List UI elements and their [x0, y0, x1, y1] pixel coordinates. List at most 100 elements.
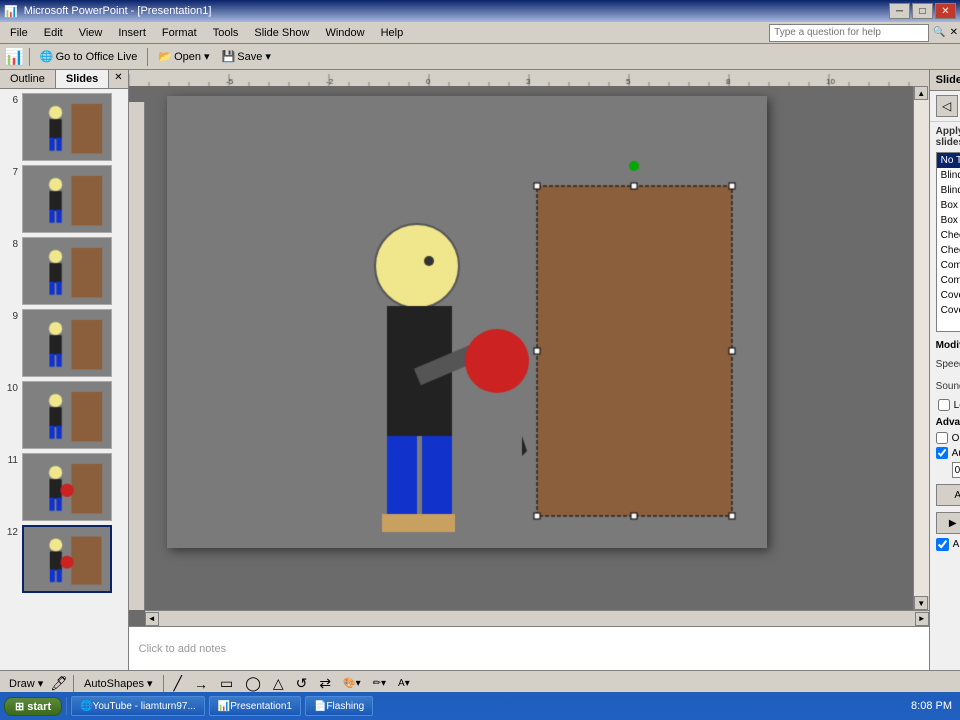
transition-checkerboard-across[interactable]: Checkerboard Across [937, 228, 960, 243]
panel-body: Apply to selected slides: No Transition … [930, 122, 960, 670]
sound-row: Sound: [No Sound] Applause Arrow [936, 377, 960, 395]
slide-image-12 [22, 525, 112, 593]
help-search-input[interactable] [769, 24, 929, 42]
slide-thumbnail-7[interactable]: 7 [4, 165, 124, 233]
transition-comb-vertical[interactable]: Comb Vertical [937, 273, 960, 288]
slide-viewport[interactable] [145, 86, 913, 610]
ruler-container: ▲ ▼ ◄ ► [129, 70, 929, 626]
start-button[interactable]: ⊞ start [4, 697, 62, 716]
slide-thumbnail-6[interactable]: 6 [4, 93, 124, 161]
menu-view[interactable]: View [71, 25, 111, 41]
menu-window[interactable]: Window [317, 25, 372, 41]
loop-row: Loop until next sound [936, 399, 960, 411]
play-button[interactable]: ▶ Play [936, 512, 960, 534]
menu-tools[interactable]: Tools [205, 25, 247, 41]
taskbar-flashing[interactable]: 📄 Flashing [305, 696, 373, 716]
ppt-icon: 📊 [4, 47, 24, 67]
ruler-top [129, 70, 929, 86]
minimize-button[interactable]: ─ [889, 3, 910, 19]
sound-label: Sound: [936, 381, 960, 392]
slide-thumbnail-11[interactable]: 11 [4, 453, 124, 521]
panel-icon-row: ◁ ▷ 🔒 [930, 91, 960, 122]
time-input[interactable] [952, 462, 960, 478]
slide-thumbnail-9[interactable]: 9 [4, 309, 124, 377]
transition-panel-header: Slide Transition ▾ ✕ [930, 70, 960, 91]
main-slide-canvas[interactable] [167, 96, 767, 548]
slide-image-6 [22, 93, 112, 161]
menu-file[interactable]: File [2, 25, 36, 41]
slide-image-10 [22, 381, 112, 449]
slide-panel-tabs: Outline Slides ✕ [0, 70, 128, 89]
open-icon: 📂 [158, 50, 172, 63]
transition-checkerboard-down[interactable]: Checkerboard Down [937, 243, 960, 258]
ruler-left [129, 102, 145, 610]
vertical-scrollbar[interactable]: ▲ ▼ [913, 86, 929, 610]
open-button[interactable]: 📂 Open ▾ [153, 46, 214, 68]
scroll-right-button[interactable]: ► [915, 612, 929, 626]
transition-box-in[interactable]: Box In [937, 198, 960, 213]
toolbar2-sep2 [163, 675, 164, 693]
scroll-up-button[interactable]: ▲ [914, 86, 928, 100]
slide-thumbnail-12[interactable]: 12 [4, 525, 124, 593]
taskbar-sep [66, 697, 67, 715]
loop-checkbox[interactable] [938, 399, 950, 411]
menu-edit[interactable]: Edit [36, 25, 71, 41]
draw-icon: 🖊 [50, 675, 68, 692]
transition-box-out[interactable]: Box Out [937, 213, 960, 228]
menu-slideshow[interactable]: Slide Show [246, 25, 317, 41]
panel-close-button[interactable]: ✕ [109, 70, 127, 88]
autopreview-row: AutoPreview [936, 538, 960, 551]
content-row: Outline Slides ✕ 6 7 [0, 70, 960, 670]
transition-blinds-horizontal[interactable]: Blinds Horizontal [937, 168, 960, 183]
slide-image-9 [22, 309, 112, 377]
auto-after-label: Automatically after [952, 448, 960, 459]
close-button[interactable]: ✕ [935, 3, 956, 19]
scroll-down-button[interactable]: ▼ [914, 596, 928, 610]
panel-icon-1[interactable]: ◁ [936, 95, 958, 117]
transition-panel-title: Slide Transition [936, 74, 960, 86]
office-live-button[interactable]: 🌐 Go to Office Live [35, 46, 142, 68]
slide-thumbnail-10[interactable]: 10 [4, 381, 124, 449]
mouse-click-row: On mouse click [936, 432, 960, 444]
toolbar-main: 📊 🌐 Go to Office Live 📂 Open ▾ 💾 Save ▾ [0, 44, 960, 70]
apply-label: Apply to selected slides: [936, 126, 960, 148]
mouse-click-checkbox[interactable] [936, 432, 948, 444]
notes-area[interactable]: Click to add notes [129, 626, 929, 670]
title-bar: 📊 Microsoft PowerPoint - [Presentation1]… [0, 0, 960, 22]
transition-cover-left[interactable]: Cover Left [937, 303, 960, 318]
transition-cover-down[interactable]: Cover Down [937, 288, 960, 303]
transition-list[interactable]: No Transition Blinds Horizontal Blinds V… [936, 152, 960, 332]
play-row: ▶ Play 📽 Slide Show [936, 512, 960, 534]
maximize-button[interactable]: □ [912, 3, 933, 19]
scroll-left-button[interactable]: ◄ [145, 612, 159, 626]
auto-after-checkbox[interactable] [936, 447, 948, 459]
autopreview-label: AutoPreview [953, 539, 960, 550]
horizontal-scrollbar[interactable]: ◄ ► [145, 610, 929, 626]
menu-help[interactable]: Help [373, 25, 412, 41]
taskbar-presentation[interactable]: 📊 Presentation1 [209, 696, 301, 716]
apply-all-button[interactable]: Apply to All Slides [936, 484, 960, 506]
autopreview-checkbox[interactable] [936, 538, 949, 551]
slide-panel: Outline Slides ✕ 6 7 [0, 70, 129, 670]
slide-list: 6 7 8 [0, 89, 128, 670]
save-button[interactable]: 💾 Save ▾ [217, 46, 276, 68]
toolbar2-sep1 [73, 675, 74, 693]
close-help-button[interactable]: ✕ [950, 27, 958, 38]
transition-no-transition[interactable]: No Transition [937, 153, 960, 168]
transition-blinds-vertical[interactable]: Blinds Vertical [937, 183, 960, 198]
loop-label: Loop until next sound [954, 400, 960, 411]
slide-image-8 [22, 237, 112, 305]
modify-title: Modify transition [936, 340, 960, 351]
menu-insert[interactable]: Insert [110, 25, 154, 41]
main-layout: Outline Slides ✕ 6 7 [0, 70, 960, 696]
taskbar: ⊞ start 🌐 YouTube - liamturn97... 📊 Pres… [0, 692, 960, 720]
menu-bar: File Edit View Insert Format Tools Slide… [0, 22, 960, 44]
slide-thumbnail-8[interactable]: 8 [4, 237, 124, 305]
advance-section: Advance slide On mouse click Automatical… [936, 417, 960, 478]
taskbar-youtube[interactable]: 🌐 YouTube - liamturn97... [71, 696, 205, 716]
tab-outline[interactable]: Outline [0, 70, 56, 88]
help-search-button[interactable]: 🔍 [933, 27, 945, 38]
transition-comb-horizontal[interactable]: Comb Horizontal [937, 258, 960, 273]
tab-slides[interactable]: Slides [56, 70, 109, 88]
menu-format[interactable]: Format [154, 25, 205, 41]
